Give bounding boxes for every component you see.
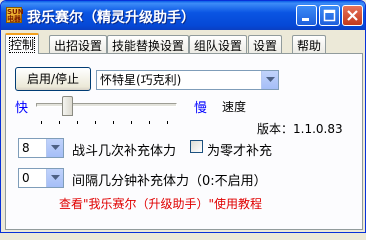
- dropdown-arrow[interactable]: [261, 71, 278, 89]
- maximize-button[interactable]: [319, 5, 340, 26]
- speed-label: 速度: [222, 100, 247, 114]
- tab-help[interactable]: 帮助: [292, 35, 327, 53]
- slider-tick: [113, 121, 114, 124]
- tab-team-settings[interactable]: 组队设置: [189, 35, 248, 53]
- start-stop-button[interactable]: 启用/停止: [15, 67, 91, 91]
- tab-strip: 控制 出招设置 技能替换设置 组队设置 设置 帮助: [5, 33, 363, 54]
- title-bar[interactable]: SUN 电器 我乐赛尔（精灵升级助手）: [1, 1, 365, 30]
- pet-select-value: 怀特星(巧克利): [100, 73, 182, 87]
- slider-tick: [149, 121, 150, 124]
- tab-control[interactable]: 控制: [5, 33, 40, 54]
- chevron-down-icon: [266, 77, 275, 82]
- chevron-down-icon: [51, 175, 60, 180]
- app-window: SUN 电器 我乐赛尔（精灵升级助手） 控制 出招设置 技能替换设置 组队设置 …: [0, 0, 366, 233]
- tab-settings[interactable]: 设置: [248, 35, 283, 53]
- slider-tick: [59, 121, 60, 124]
- interval-value: 0: [22, 171, 30, 185]
- battle-count-value: 8: [22, 141, 30, 155]
- interval-label: 间隔几分钟补充体力（0:不启用）: [72, 174, 267, 189]
- battle-count-select[interactable]: 8: [18, 138, 64, 158]
- chevron-down-icon: [51, 145, 60, 150]
- zero-only-label[interactable]: 为零才补充: [207, 140, 272, 159]
- zero-only-checkbox[interactable]: [190, 140, 203, 153]
- tab-skill-replace-settings[interactable]: 技能替换设置: [107, 35, 190, 53]
- slider-tick: [131, 121, 132, 124]
- app-icon: SUN 电器: [6, 7, 24, 23]
- minimize-button[interactable]: [296, 5, 317, 26]
- pet-select[interactable]: 怀特星(巧克利): [96, 70, 279, 90]
- window-title: 我乐赛尔（精灵升级助手）: [27, 10, 195, 26]
- slider-tick: [167, 121, 168, 124]
- speed-fast-label: 快: [15, 101, 29, 116]
- speed-slider-track[interactable]: [36, 103, 177, 107]
- control-panel: 启用/停止 怀特星(巧克利) 快 慢 速度 版本：1.1.0.83 8 战斗几次…: [5, 53, 363, 230]
- battle-count-label: 战斗几次补充体力: [72, 144, 177, 159]
- speed-slider-thumb[interactable]: [62, 96, 73, 116]
- tab-attack-settings[interactable]: 出招设置: [49, 35, 108, 53]
- slider-tick: [77, 121, 78, 124]
- maximize-icon: [323, 9, 336, 22]
- minimize-icon: [302, 18, 309, 21]
- dropdown-arrow[interactable]: [46, 169, 63, 187]
- dropdown-arrow[interactable]: [46, 139, 63, 157]
- slider-tick: [95, 121, 96, 124]
- close-button[interactable]: [342, 5, 363, 26]
- slider-tick: [41, 121, 42, 124]
- close-icon: [347, 10, 358, 21]
- version-label: 版本：1.1.0.83: [257, 122, 343, 136]
- speed-slow-label: 慢: [194, 101, 208, 116]
- tutorial-link[interactable]: 查看"我乐赛尔（升级助手）"使用教程: [59, 195, 262, 212]
- interval-select[interactable]: 0: [18, 168, 64, 188]
